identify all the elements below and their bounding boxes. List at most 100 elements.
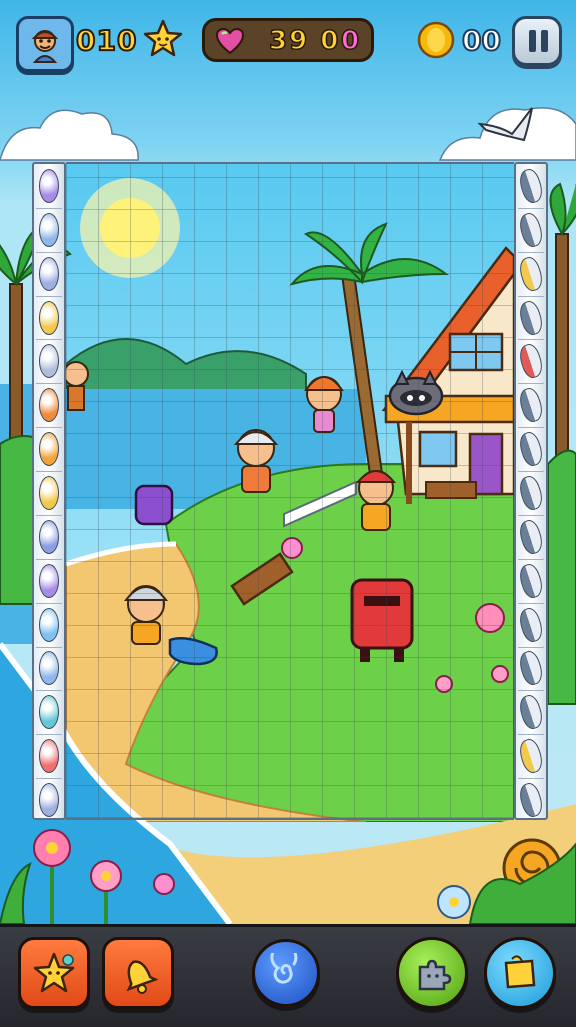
piece-sort-button[interactable] bbox=[396, 937, 468, 1009]
rail-divider bbox=[518, 734, 544, 736]
left-rail-piece[interactable] bbox=[39, 300, 59, 335]
kid-red-cap bbox=[355, 470, 397, 531]
rail-divider bbox=[36, 690, 62, 692]
right-rail-piece[interactable] bbox=[516, 210, 546, 250]
left-rail-piece[interactable] bbox=[39, 563, 59, 598]
left-rail-piece[interactable] bbox=[39, 168, 59, 203]
left-rail-piece[interactable] bbox=[39, 607, 59, 642]
rail-divider bbox=[518, 690, 544, 692]
right-rail-piece[interactable] bbox=[516, 649, 546, 688]
right-rail-piece[interactable] bbox=[516, 605, 546, 644]
left-rail-piece[interactable] bbox=[39, 695, 59, 730]
right-palm-tree bbox=[549, 182, 576, 485]
left-rail-piece[interactable] bbox=[39, 476, 59, 510]
right-rail-piece[interactable] bbox=[516, 780, 546, 820]
right-rail-piece[interactable] bbox=[516, 386, 546, 425]
rail-divider bbox=[36, 251, 62, 253]
bell-button[interactable] bbox=[102, 937, 174, 1009]
kid-orange-hat bbox=[304, 376, 344, 433]
right-rail-piece[interactable] bbox=[516, 429, 546, 469]
pause-button[interactable] bbox=[512, 16, 562, 66]
rail-divider bbox=[518, 339, 544, 341]
left-rail-piece[interactable] bbox=[39, 739, 59, 774]
rail-divider bbox=[36, 471, 62, 473]
left-piece-rail[interactable] bbox=[32, 162, 66, 820]
left-rail-piece[interactable] bbox=[39, 344, 59, 379]
red-robot bbox=[350, 578, 414, 662]
left-rail-piece[interactable] bbox=[39, 388, 59, 423]
right-piece-rail[interactable] bbox=[514, 162, 548, 820]
star-hint-button[interactable] bbox=[18, 937, 90, 1009]
right-rail-piece[interactable] bbox=[516, 254, 546, 293]
lives-counter: 39 0 bbox=[268, 25, 341, 57]
edge-piece-icon bbox=[504, 955, 536, 989]
right-rail-piece[interactable] bbox=[516, 166, 546, 206]
bottom-toolbar bbox=[0, 924, 576, 1027]
score-counter: 010 bbox=[75, 23, 138, 58]
beach-house bbox=[381, 246, 514, 504]
left-rail-piece[interactable] bbox=[39, 432, 59, 467]
right-rail-piece[interactable] bbox=[516, 342, 546, 381]
left-rail-piece[interactable] bbox=[39, 212, 59, 247]
right-rail-piece[interactable] bbox=[516, 298, 546, 337]
rail-divider bbox=[518, 646, 544, 648]
puzzle-piece-icon bbox=[418, 959, 452, 991]
rail-divider bbox=[518, 383, 544, 385]
rail-divider bbox=[518, 602, 544, 604]
rail-divider bbox=[36, 514, 62, 516]
pause-icon bbox=[529, 30, 536, 52]
player-avatar-button[interactable] bbox=[16, 16, 74, 72]
rail-divider bbox=[36, 778, 62, 780]
edge-pieces-button[interactable] bbox=[484, 937, 556, 1009]
coin-icon bbox=[417, 21, 455, 59]
puzzle-grid[interactable] bbox=[66, 162, 514, 822]
rail-divider bbox=[36, 383, 62, 385]
kid-left-edge bbox=[66, 361, 89, 411]
spiral-shuffle-button[interactable] bbox=[252, 939, 320, 1007]
blue-shoe bbox=[168, 637, 218, 666]
left-rail-piece[interactable] bbox=[39, 651, 59, 686]
right-rail-piece[interactable] bbox=[516, 693, 546, 732]
rail-divider bbox=[36, 427, 62, 429]
bell-icon bbox=[126, 960, 159, 994]
rail-divider bbox=[518, 427, 544, 429]
top-hud: 010 39 0 0 00 bbox=[0, 0, 576, 84]
kid-helmet bbox=[233, 429, 279, 493]
pause-icon-bar bbox=[541, 30, 548, 52]
star-icon bbox=[33, 952, 75, 993]
rail-divider bbox=[36, 646, 62, 648]
lives-panel: 39 0 0 bbox=[202, 18, 374, 62]
rail-divider bbox=[518, 295, 544, 297]
rail-divider bbox=[518, 471, 544, 473]
right-rail-piece[interactable] bbox=[516, 473, 546, 513]
star-icon bbox=[143, 19, 183, 57]
rail-divider bbox=[36, 339, 62, 341]
rail-divider bbox=[36, 207, 62, 209]
rail-divider bbox=[518, 251, 544, 253]
rail-divider bbox=[36, 295, 62, 297]
spiral-icon bbox=[270, 953, 298, 984]
kid-silver-helmet bbox=[123, 585, 169, 645]
rail-divider bbox=[36, 734, 62, 736]
heart-icon bbox=[215, 27, 245, 55]
rail-divider bbox=[36, 602, 62, 604]
coin-counter: 00 bbox=[461, 23, 502, 58]
purple-backpack bbox=[134, 484, 174, 526]
cloud-left bbox=[0, 109, 139, 161]
right-rail-piece[interactable] bbox=[516, 517, 546, 557]
right-rail-piece[interactable] bbox=[516, 561, 546, 600]
left-rail-piece[interactable] bbox=[39, 783, 59, 818]
rail-divider bbox=[518, 778, 544, 780]
player-avatar-icon bbox=[31, 30, 59, 63]
rail-divider bbox=[518, 514, 544, 516]
rail-divider bbox=[36, 558, 62, 560]
wooden-log bbox=[230, 552, 294, 606]
right-rail-piece[interactable] bbox=[516, 736, 546, 776]
raccoon-character bbox=[388, 369, 444, 416]
gem-counter: 0 bbox=[340, 25, 360, 57]
rail-divider bbox=[518, 207, 544, 209]
left-rail-piece[interactable] bbox=[39, 256, 59, 291]
puzzle-board bbox=[32, 162, 548, 822]
left-rail-piece[interactable] bbox=[39, 519, 59, 554]
rail-divider bbox=[518, 558, 544, 560]
